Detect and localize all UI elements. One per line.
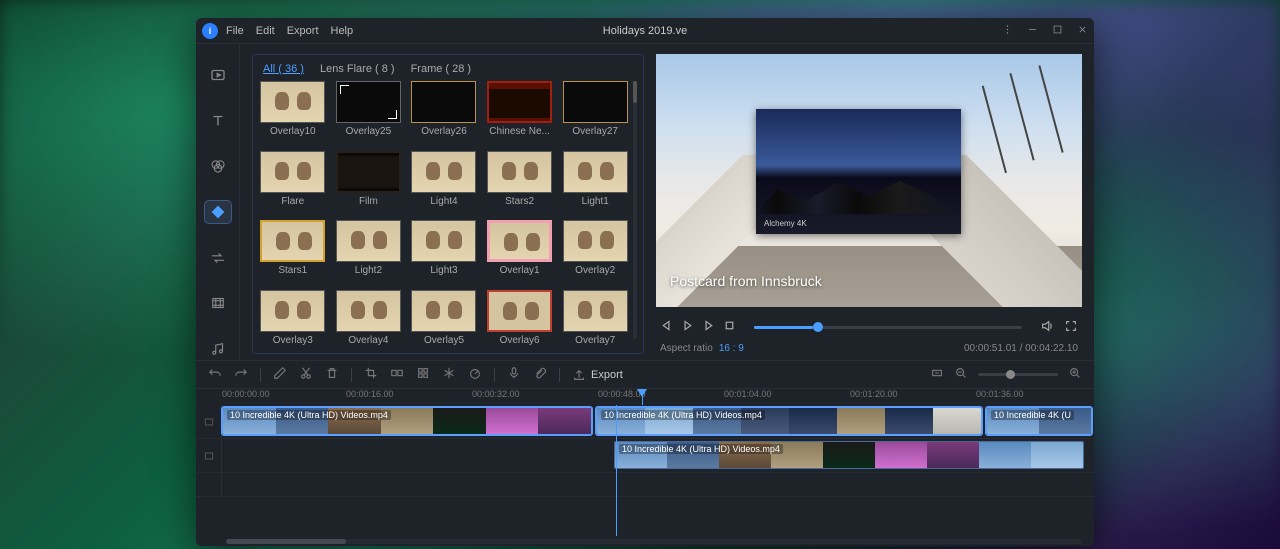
mosaic-icon[interactable] xyxy=(416,366,430,383)
prev-frame-icon[interactable] xyxy=(660,319,673,335)
zoom-out-icon[interactable] xyxy=(954,366,968,383)
zoom-in-icon[interactable] xyxy=(1068,366,1082,383)
aspect-ratio-value[interactable]: 16 : 9 xyxy=(719,343,744,354)
timeline-toolbar: Export xyxy=(196,361,1094,389)
playback-controls xyxy=(656,313,1082,341)
sidebar-overlays-icon[interactable] xyxy=(205,201,231,223)
attach-icon[interactable] xyxy=(533,366,547,383)
overlay-item[interactable]: Overlay6 xyxy=(486,290,554,354)
split-icon[interactable] xyxy=(390,366,404,383)
aspect-ratio-display: Aspect ratio 16 : 9 xyxy=(660,343,744,354)
overlay-item[interactable]: Overlay25 xyxy=(335,81,403,145)
timeline-ruler[interactable]: 00:00:00.00 00:00:16.00 00:00:32.00 00:0… xyxy=(196,389,1094,405)
fullscreen-icon[interactable] xyxy=(1064,319,1078,336)
overlay-item[interactable]: Overlay1 xyxy=(486,220,554,284)
video-track-1: 10 Incredible 4K (Ultra HD) Videos.mp4 1… xyxy=(196,405,1094,439)
play-icon[interactable] xyxy=(681,319,694,335)
preview-pip-overlay: Alchemy 4K xyxy=(756,109,961,234)
timeline-area: Export 00:00:00.00 00:00:16.00 00:00:32.… xyxy=(196,360,1094,546)
overlay-item[interactable]: Flare xyxy=(259,151,327,215)
track-header-icon[interactable] xyxy=(196,439,222,472)
overlay-item[interactable]: Overlay2 xyxy=(561,220,629,284)
voiceover-icon[interactable] xyxy=(507,366,521,383)
timeline-clip[interactable]: 10 Incredible 4K (U xyxy=(986,407,1092,435)
playhead-marker[interactable] xyxy=(642,389,643,405)
window-title: Holidays 2019.ve xyxy=(603,25,687,37)
overlay-item[interactable]: Overlay3 xyxy=(259,290,327,354)
track-header-icon[interactable] xyxy=(196,405,222,438)
preview-viewport[interactable]: Alchemy 4K Postcard from Innsbruck xyxy=(656,54,1082,307)
overlay-grid: Overlay10 Overlay25 Overlay26 Chinese Ne… xyxy=(259,81,637,353)
overlay-item[interactable]: Light3 xyxy=(410,220,478,284)
overlay-item[interactable]: Light1 xyxy=(561,151,629,215)
sidebar-filters-icon[interactable] xyxy=(205,155,231,177)
sidebar-media-icon[interactable] xyxy=(205,64,231,86)
app-logo-icon: i xyxy=(202,23,218,39)
freeze-icon[interactable] xyxy=(442,366,456,383)
tab-all[interactable]: All ( 36 ) xyxy=(263,63,304,75)
timeline-clip[interactable]: 10 Incredible 4K (Ultra HD) Videos.mp4 xyxy=(614,441,1084,469)
delete-icon[interactable] xyxy=(325,366,339,383)
overlay-panel: All ( 36 ) Lens Flare ( 8 ) Frame ( 28 )… xyxy=(252,54,644,354)
preview-panel: Alchemy 4K Postcard from Innsbruck xyxy=(656,54,1082,354)
overlay-item[interactable]: Overlay10 xyxy=(259,81,327,145)
menu-export[interactable]: Export xyxy=(287,25,319,37)
titlebar: i File Edit Export Help Holidays 2019.ve xyxy=(196,18,1094,44)
timeline-tracks: 10 Incredible 4K (Ultra HD) Videos.mp4 1… xyxy=(196,405,1094,536)
overlay-category-tabs: All ( 36 ) Lens Flare ( 8 ) Frame ( 28 ) xyxy=(259,61,637,81)
close-icon[interactable] xyxy=(1077,24,1088,38)
redo-icon[interactable] xyxy=(234,366,248,383)
menu-file[interactable]: File xyxy=(226,25,244,37)
main-menu: File Edit Export Help xyxy=(226,25,353,37)
overlay-item[interactable]: Light4 xyxy=(410,151,478,215)
tab-lens-flare[interactable]: Lens Flare ( 8 ) xyxy=(320,63,395,75)
overlay-item[interactable]: Stars1 xyxy=(259,220,327,284)
video-track-2: 10 Incredible 4K (Ultra HD) Videos.mp4 xyxy=(196,439,1094,473)
menu-edit[interactable]: Edit xyxy=(256,25,275,37)
sidebar-elements-icon[interactable] xyxy=(205,293,231,315)
overlay-item[interactable]: Stars2 xyxy=(486,151,554,215)
overlay-item[interactable]: Overlay27 xyxy=(561,81,629,145)
empty-track xyxy=(196,473,1094,497)
sidebar-audio-icon[interactable] xyxy=(205,338,231,360)
timeline-horizontal-scrollbar[interactable] xyxy=(196,536,1094,546)
timeline-clip[interactable]: 10 Incredible 4K (Ultra HD) Videos.mp4 xyxy=(596,407,982,435)
overlay-item[interactable]: Film xyxy=(335,151,403,215)
sidebar-transitions-icon[interactable] xyxy=(205,247,231,269)
playhead-line[interactable] xyxy=(616,405,617,536)
menu-help[interactable]: Help xyxy=(331,25,354,37)
overlay-item[interactable]: Overlay4 xyxy=(335,290,403,354)
timeline-clip[interactable]: 10 Incredible 4K (Ultra HD) Videos.mp4 xyxy=(222,407,592,435)
volume-icon[interactable] xyxy=(1040,319,1054,336)
overlay-item[interactable]: Chinese Ne... xyxy=(486,81,554,145)
sidebar-text-icon[interactable] xyxy=(205,110,231,132)
timecode-display: 00:00:51.01 / 00:04:22.10 xyxy=(964,343,1078,354)
stop-icon[interactable] xyxy=(723,319,736,335)
next-frame-icon[interactable] xyxy=(702,319,715,335)
video-editor-window: i File Edit Export Help Holidays 2019.ve xyxy=(196,18,1094,546)
preview-caption-text: Postcard from Innsbruck xyxy=(670,273,822,289)
maximize-icon[interactable] xyxy=(1052,24,1063,38)
speed-icon[interactable] xyxy=(468,366,482,383)
left-sidebar xyxy=(196,44,240,360)
minimize-icon[interactable] xyxy=(1027,24,1038,38)
overlay-scrollbar[interactable] xyxy=(633,81,637,339)
export-button[interactable]: Export xyxy=(572,368,623,382)
tab-frame[interactable]: Frame ( 28 ) xyxy=(411,63,472,75)
cut-icon[interactable] xyxy=(299,366,313,383)
crop-icon[interactable] xyxy=(364,366,378,383)
zoom-slider[interactable] xyxy=(978,373,1058,376)
overlay-item[interactable]: Overlay26 xyxy=(410,81,478,145)
preview-progress-slider[interactable] xyxy=(754,326,1022,329)
undo-icon[interactable] xyxy=(208,366,222,383)
overlay-item[interactable]: Overlay7 xyxy=(561,290,629,354)
overlay-item[interactable]: Overlay5 xyxy=(410,290,478,354)
overlay-item[interactable]: Light2 xyxy=(335,220,403,284)
edit-icon[interactable] xyxy=(273,366,287,383)
kebab-menu-icon[interactable] xyxy=(1002,24,1013,38)
zoom-fit-icon[interactable] xyxy=(930,366,944,383)
